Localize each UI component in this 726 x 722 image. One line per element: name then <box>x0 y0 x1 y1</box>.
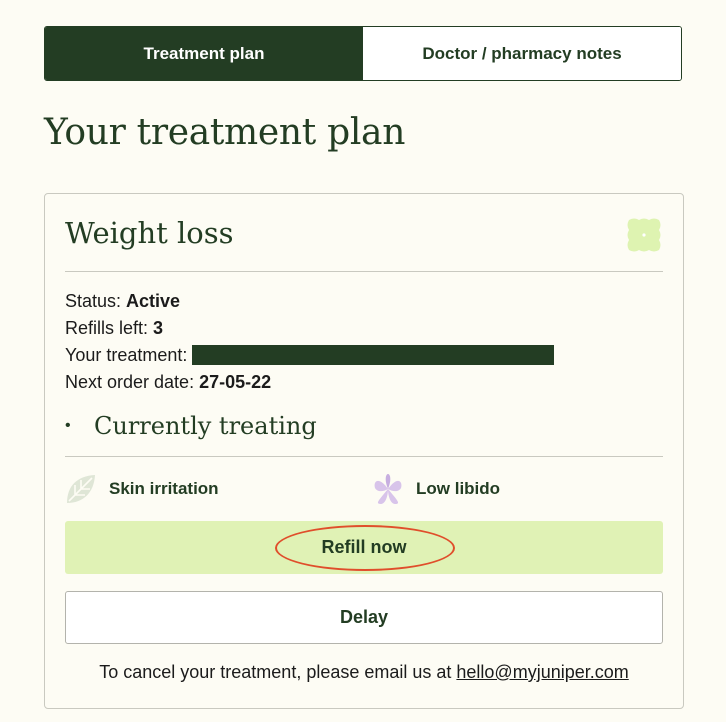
symptom-label: Skin irritation <box>109 479 219 498</box>
flower-icon <box>374 474 402 504</box>
refills-row: Refills left: 3 <box>65 315 554 342</box>
tab-treatment-plan[interactable]: Treatment plan <box>45 27 363 80</box>
tab-doctor-pharmacy-notes[interactable]: Doctor / pharmacy notes <box>363 27 681 80</box>
redacted-treatment-value <box>192 345 555 365</box>
next-order-label: Next order date: <box>65 372 200 392</box>
plan-info: Status: Active Refills left: 3 Your trea… <box>65 288 555 396</box>
cancel-instructions: To cancel your treatment, please email u… <box>45 662 683 683</box>
next-order-value: 27-05-22 <box>199 372 272 392</box>
leaf-icon <box>67 475 95 503</box>
status-value: Active <box>126 291 181 311</box>
support-email-link[interactable]: hello@myjuniper.com <box>456 662 628 682</box>
refills-label: Refills left: <box>65 318 154 338</box>
treatment-card: Weight loss Status: Active Refills left:… <box>44 193 684 709</box>
currently-treating-heading: • Currently treating <box>65 412 317 440</box>
section-divider <box>65 456 663 457</box>
symptom-low-libido: Low libido <box>372 473 500 505</box>
tab-bar: Treatment plan Doctor / pharmacy notes <box>44 26 682 81</box>
card-title: Weight loss <box>65 216 234 250</box>
delay-button[interactable]: Delay <box>65 591 663 644</box>
refills-value: 3 <box>153 318 164 338</box>
cancel-text: To cancel your treatment, please email u… <box>99 662 457 682</box>
currently-treating-title: Currently treating <box>94 412 317 440</box>
status-label: Status: <box>65 291 127 311</box>
next-order-row: Next order date: 27-05-22 <box>65 369 554 396</box>
treatment-row: Your treatment: <box>65 342 555 369</box>
bullet: • <box>65 417 71 434</box>
symptom-label: Low libido <box>416 479 501 498</box>
treatment-label: Your treatment: <box>65 345 193 365</box>
card-title-divider <box>65 271 663 272</box>
scalloped-badge-icon <box>627 218 661 252</box>
symptom-skin-irritation: Skin irritation <box>65 473 219 505</box>
page-title: Your treatment plan <box>44 112 406 153</box>
status-row: Status: Active <box>65 288 554 315</box>
refill-now-button[interactable]: Refill now <box>65 521 663 574</box>
